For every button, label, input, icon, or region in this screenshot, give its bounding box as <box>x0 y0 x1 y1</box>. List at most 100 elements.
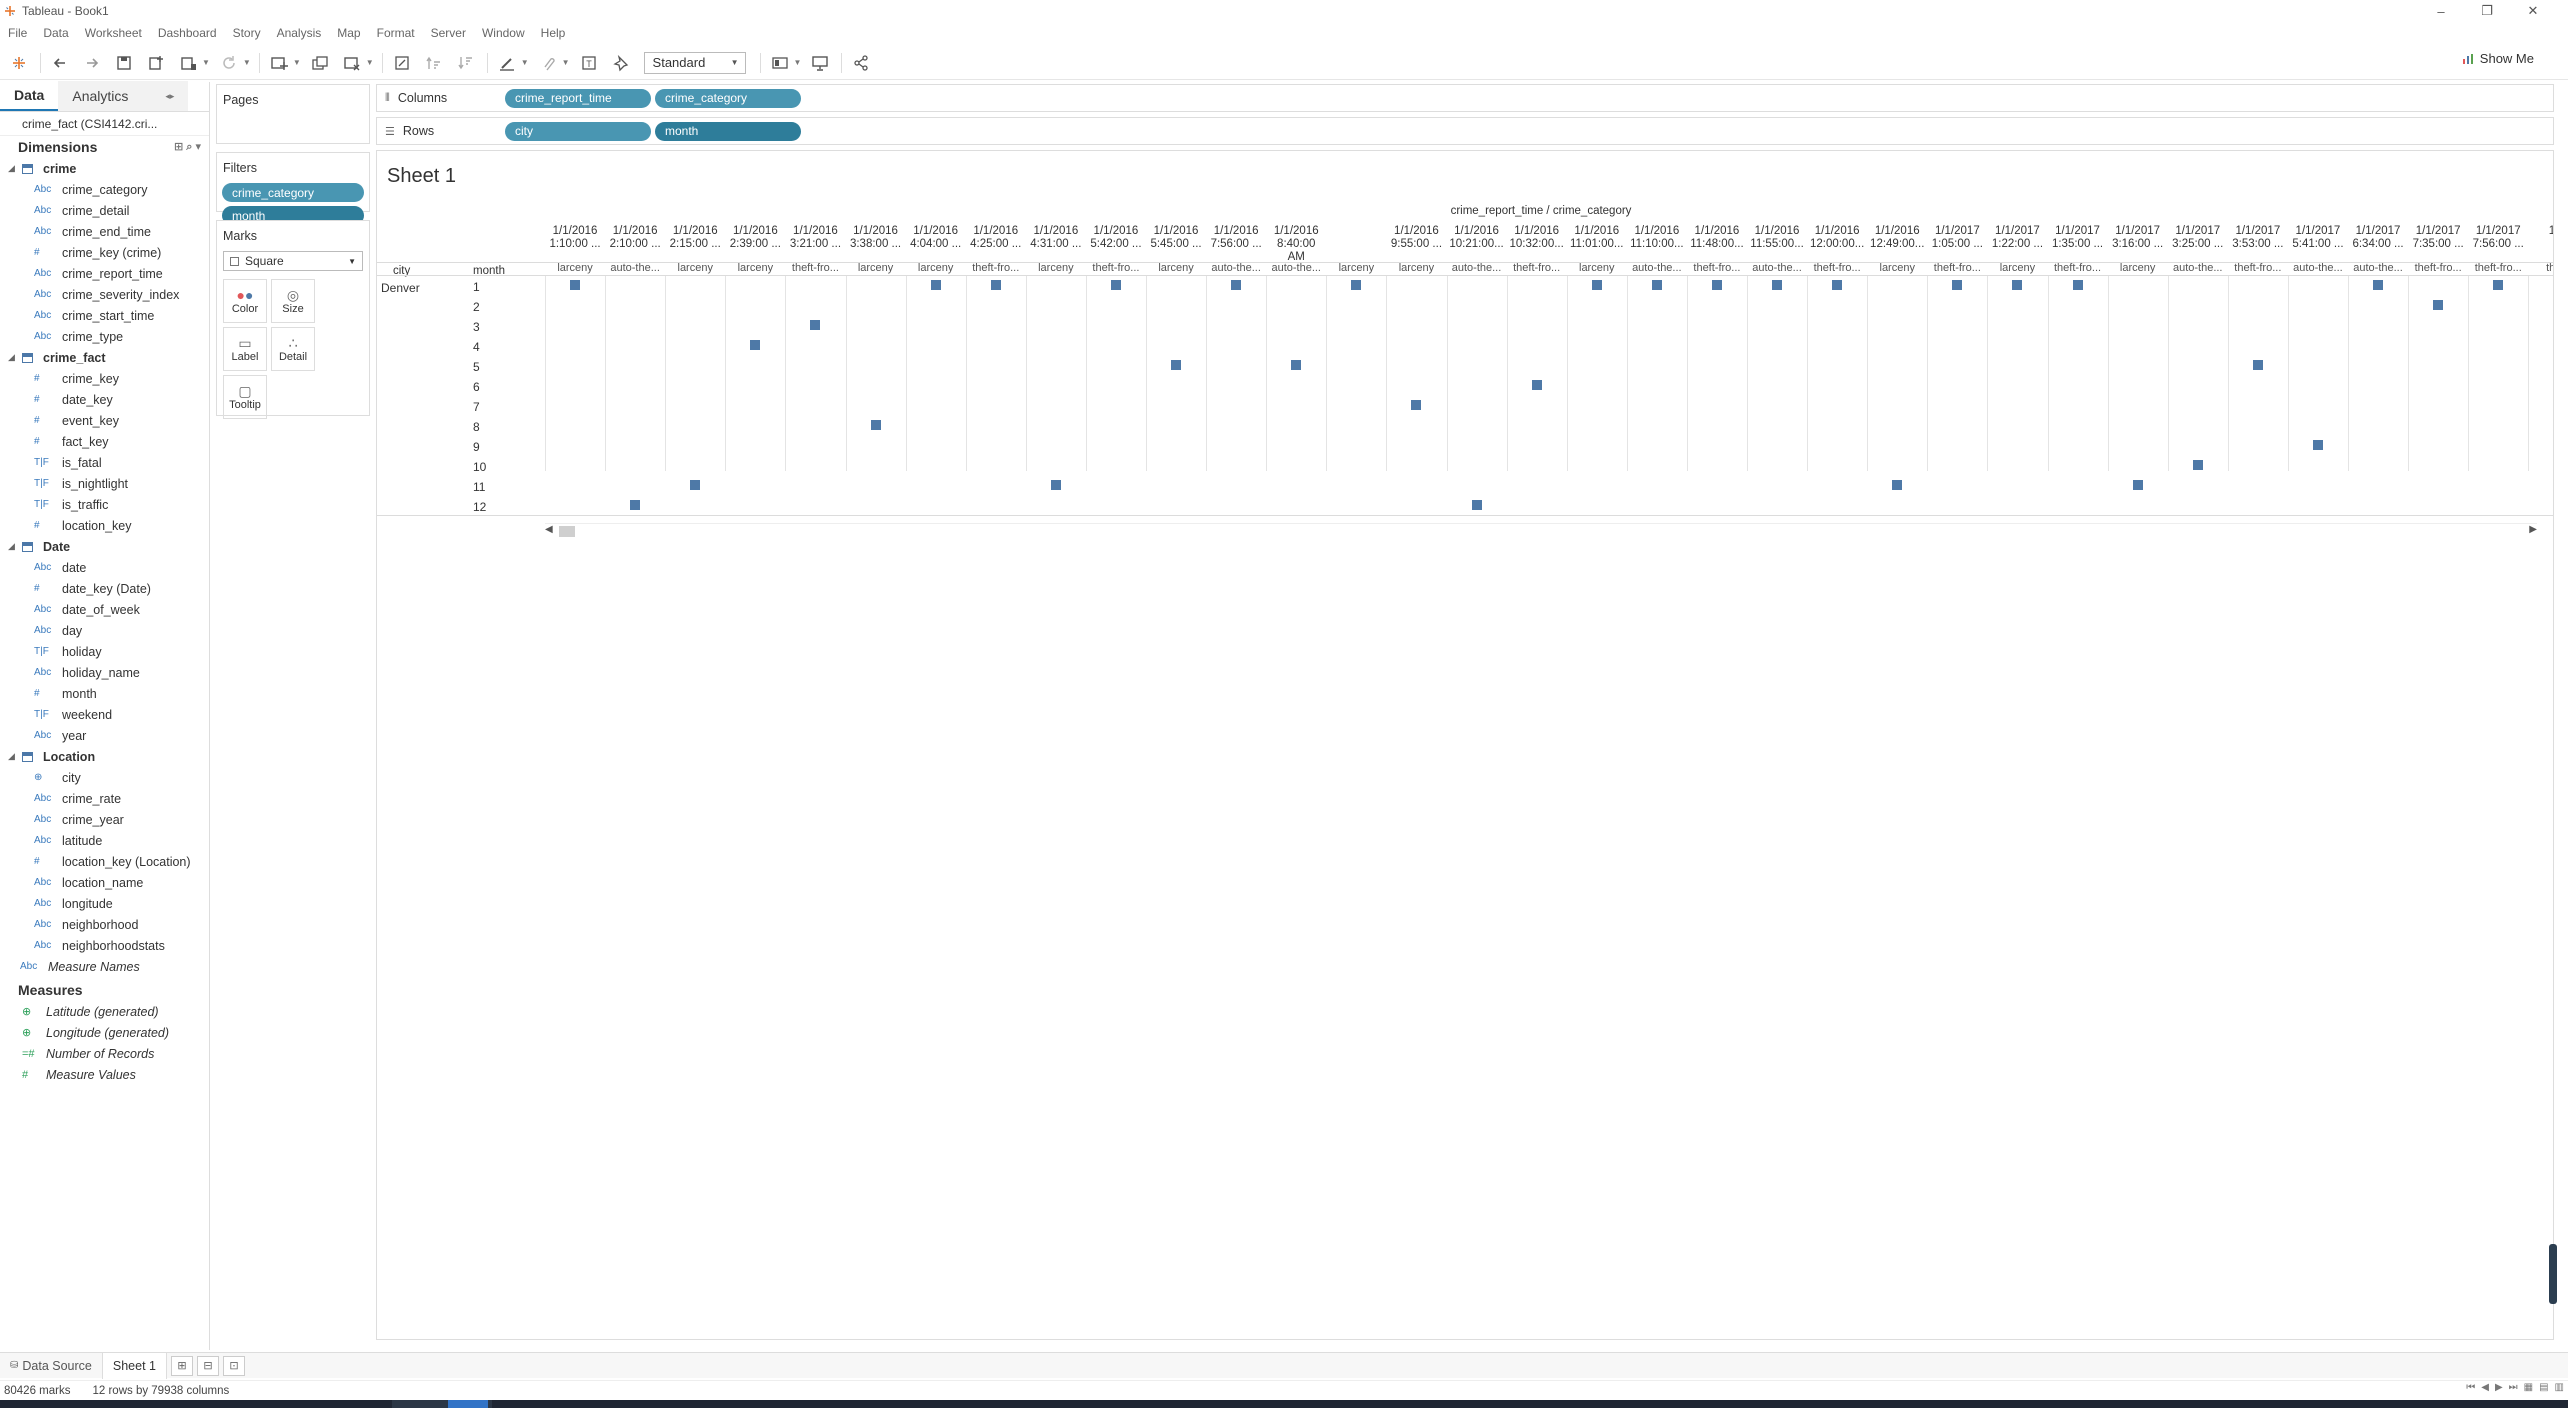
column-header[interactable]: 1/1/8: <box>2528 225 2553 263</box>
column-header[interactable]: 1/1/2017 3:16:00 ... <box>2108 225 2168 263</box>
data-mark[interactable] <box>570 280 580 290</box>
scroll-thumb[interactable] <box>559 526 575 537</box>
category-header[interactable]: theft-fro... <box>2228 262 2288 276</box>
detail-button[interactable]: ∴ Detail <box>271 327 315 371</box>
filmstrip-view-icon[interactable]: ▥ <box>2555 1382 2564 1393</box>
menu-format[interactable]: Format <box>377 26 415 40</box>
category-header[interactable]: auto-the... <box>2348 262 2408 276</box>
measure-field[interactable]: # Measure Values <box>0 1064 209 1085</box>
data-mark[interactable] <box>1231 280 1241 290</box>
menu-story[interactable]: Story <box>233 26 261 40</box>
scroll-left-icon[interactable]: ◀ <box>545 524 553 535</box>
dimension-field[interactable]: # date_key (Date) <box>0 578 209 599</box>
category-header[interactable]: theft-fro... <box>1507 262 1567 276</box>
new-data-source-icon[interactable] <box>143 50 169 76</box>
dimension-field[interactable]: ⊕ city <box>0 767 209 788</box>
column-header[interactable]: 1/1/2017 3:25:00 ... <box>2168 225 2228 263</box>
filters-card[interactable]: Filters crime_category month <box>216 152 370 225</box>
next-sheet-icon[interactable]: ▶ <box>2495 1382 2503 1393</box>
data-mark[interactable] <box>2193 460 2203 470</box>
first-sheet-icon[interactable]: ⏮ <box>2466 1382 2475 1393</box>
column-header[interactable]: 1/1/2017 3:53:00 ... <box>2228 225 2288 263</box>
column-header[interactable]: 1/1/2016 3:38:00 ... <box>846 225 906 263</box>
data-mark[interactable] <box>1952 280 1962 290</box>
category-header[interactable]: larceny <box>1326 262 1386 276</box>
category-header[interactable]: auto-the... <box>2168 262 2228 276</box>
row-label-month[interactable]: 4 <box>473 340 480 354</box>
clear-sheet-icon[interactable] <box>339 50 365 76</box>
data-mark[interactable] <box>1712 280 1722 290</box>
category-header[interactable]: theft-fro... <box>1807 262 1867 276</box>
dimension-field[interactable]: Abc date <box>0 557 209 578</box>
row-label-month[interactable]: 2 <box>473 300 480 314</box>
data-mark[interactable] <box>810 320 820 330</box>
category-header[interactable]: theft-fro... <box>2048 262 2108 276</box>
sheet-tab-sheet1[interactable]: Sheet 1 <box>101 1352 167 1379</box>
row-label-month[interactable]: 9 <box>473 440 480 454</box>
column-pill-crime-category[interactable]: crime_category <box>655 88 801 108</box>
menu-server[interactable]: Server <box>431 26 466 40</box>
data-mark[interactable] <box>2133 480 2143 490</box>
data-mark[interactable] <box>1592 280 1602 290</box>
list-view-icon[interactable]: ▤ <box>2539 1382 2548 1393</box>
row-label-month[interactable]: 11 <box>473 480 485 494</box>
column-header[interactable]: 1/1/2016 4:31:00 ... <box>1026 225 1086 263</box>
dimension-field[interactable]: T|F weekend <box>0 704 209 725</box>
scroll-right-icon[interactable]: ▶ <box>2529 524 2537 535</box>
column-header[interactable]: 1/1/2017 7:35:00 ... <box>2408 225 2468 263</box>
undo-icon[interactable] <box>47 50 73 76</box>
group-members-icon[interactable] <box>535 50 561 76</box>
data-mark[interactable] <box>931 280 941 290</box>
category-header[interactable]: larceny <box>725 262 785 276</box>
menu-window[interactable]: Window <box>482 26 525 40</box>
menu-map[interactable]: Map <box>337 26 360 40</box>
dimension-field[interactable]: Abc neighborhood <box>0 914 209 935</box>
category-header[interactable]: larceny <box>846 262 906 276</box>
dimension-field[interactable]: Abc longitude <box>0 893 209 914</box>
dimension-field[interactable]: Abc location_name <box>0 872 209 893</box>
category-header[interactable]: auto-the... <box>1747 262 1807 276</box>
sort-ascending-icon[interactable] <box>421 50 447 76</box>
dimension-group[interactable]: ◢ Date <box>0 536 209 557</box>
data-mark[interactable] <box>1051 480 1061 490</box>
restore-icon[interactable]: ❐ <box>2464 0 2510 22</box>
dimension-field[interactable]: # event_key <box>0 410 209 431</box>
category-header[interactable]: larceny <box>2108 262 2168 276</box>
category-header[interactable]: larceny <box>1146 262 1206 276</box>
filter-pill-crime-category[interactable]: crime_category <box>222 183 364 202</box>
horizontal-scrollbar[interactable]: ◀ ▶ <box>545 523 2537 537</box>
vertical-scroll-thumb[interactable] <box>2549 1244 2557 1304</box>
label-button[interactable]: ▭ Label <box>223 327 267 371</box>
column-header[interactable]: 1/1/2017 5:41:00 ... <box>2288 225 2348 263</box>
category-header[interactable]: larceny <box>1386 262 1446 276</box>
measure-field[interactable]: ⊕ Latitude (generated) <box>0 1001 209 1022</box>
dimension-field[interactable]: Abc crime_year <box>0 809 209 830</box>
redo-icon[interactable] <box>79 50 105 76</box>
row-label-month[interactable]: 1 <box>473 280 480 294</box>
measure-field[interactable]: =# Number of Records <box>0 1043 209 1064</box>
pages-card[interactable]: Pages <box>216 84 370 144</box>
category-header[interactable]: auto-the... <box>2288 262 2348 276</box>
category-header[interactable]: larceny <box>545 262 605 276</box>
column-header[interactable]: 1/1/2016 11:48:00... <box>1687 225 1747 263</box>
size-button[interactable]: ◎ Size <box>271 279 315 323</box>
column-header[interactable]: 1/1/2016 2:15:00 ... <box>665 225 725 263</box>
field-measure-names[interactable]: Abc Measure Names <box>0 956 209 977</box>
column-header[interactable]: 1/1/2016 1:10:00 ... <box>545 225 605 263</box>
data-mark[interactable] <box>1291 360 1301 370</box>
category-header[interactable]: theft-fro... <box>1687 262 1747 276</box>
minimize-icon[interactable]: – <box>2418 0 2464 22</box>
swap-rows-columns-icon[interactable] <box>389 50 415 76</box>
column-header[interactable]: 1/1/2017 1:35:00 ... <box>2048 225 2108 263</box>
tableau-home-icon[interactable] <box>6 50 32 76</box>
menu-help[interactable]: Help <box>541 26 566 40</box>
column-header[interactable]: 1/1/2017 1:22:00 ... <box>1987 225 2047 263</box>
columns-shelf[interactable]: ⦀ Columns crime_report_time crime_categor… <box>376 84 2554 112</box>
data-source-tab[interactable]: ⛁ Data Source <box>0 1353 102 1379</box>
category-header[interactable]: auto-the... <box>605 262 665 276</box>
column-header[interactable]: 1/1/2016 5:45:00 ... <box>1146 225 1206 263</box>
column-header[interactable]: 1/1/2016 11:01:00... <box>1567 225 1627 263</box>
data-mark[interactable] <box>630 500 640 510</box>
rows-shelf[interactable]: ☰ Rows city month <box>376 117 2554 145</box>
new-story-tab-icon[interactable]: ⊡ <box>222 1355 245 1376</box>
